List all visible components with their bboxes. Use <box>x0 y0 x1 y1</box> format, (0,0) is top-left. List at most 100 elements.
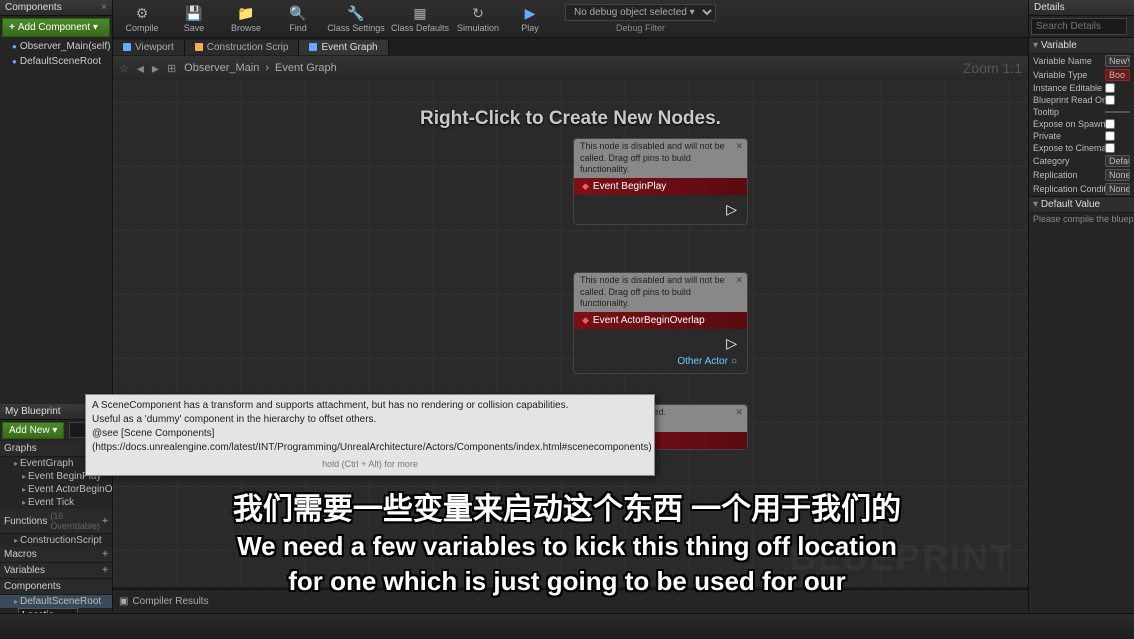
tooltip-hold: hold (Ctrl + Alt) for more <box>92 458 648 471</box>
lbl-private: Private <box>1033 131 1105 141</box>
lbl-repcond: Replication Conditio <box>1033 184 1105 194</box>
lbl-expspawn: Expose on Spawn <box>1033 119 1105 129</box>
val-repcond[interactable]: None <box>1105 183 1130 195</box>
compiler-results-panel: ▣ Compiler Results <box>113 589 1028 613</box>
val-vartype[interactable]: Boo <box>1105 69 1130 81</box>
play-button[interactable]: ▶Play <box>505 1 555 37</box>
details-header: Details <box>1029 0 1134 16</box>
var-defaultsceneroot[interactable]: DefaultSceneRoot <box>0 595 112 608</box>
panel-icon: ▣ <box>119 596 128 607</box>
grid-icon[interactable]: ⊞ <box>167 62 176 75</box>
graph-icon <box>309 43 317 51</box>
event-graph-canvas[interactable]: Viewport Construction Scrip Event Graph … <box>113 38 1028 587</box>
tooltip-line3: @see [Scene Components](https://docs.unr… <box>92 427 648 455</box>
save-button[interactable]: 💾Save <box>169 1 219 37</box>
class-defaults-button[interactable]: ▦Class Defaults <box>389 1 451 37</box>
node-overlap[interactable]: This node is disabled and will not be ca… <box>573 272 748 374</box>
lbl-category: Category <box>1033 156 1105 166</box>
tab-viewport[interactable]: Viewport <box>113 40 185 55</box>
default-msg: Please compile the blueprint <box>1033 214 1134 224</box>
val-rep[interactable]: None <box>1105 169 1130 181</box>
chk-instedit[interactable] <box>1105 83 1115 93</box>
nav-fwd-icon[interactable]: ▸ <box>152 60 159 77</box>
board-icon: ▦ <box>411 4 429 22</box>
script-icon <box>195 43 203 51</box>
chevron-right-icon: › <box>265 62 269 74</box>
browse-button[interactable]: 📁Browse <box>221 1 271 37</box>
class-settings-button[interactable]: 🔧Class Settings <box>325 1 387 37</box>
favorite-icon[interactable]: ☆ <box>119 62 129 75</box>
val-tooltip[interactable] <box>1105 111 1130 113</box>
lbl-varname: Variable Name <box>1033 56 1105 66</box>
section-default[interactable]: Default Value <box>1029 196 1134 213</box>
add-icon[interactable]: + <box>102 565 108 576</box>
tab-eventgraph[interactable]: Event Graph <box>299 40 388 55</box>
crumb-graph[interactable]: Event Graph <box>275 62 337 74</box>
lbl-bpro: Blueprint Read Only <box>1033 95 1105 105</box>
components-panel-header: Components× <box>0 0 112 16</box>
close-icon[interactable]: × <box>101 2 107 13</box>
blueprint-watermark: BLUEPRINT <box>790 537 1014 579</box>
pin-other-actor[interactable]: Other Actor <box>677 356 737 367</box>
node-warning: This node is disabled and will not be ca… <box>574 273 747 312</box>
details-search[interactable] <box>1031 18 1127 35</box>
debug-object-select[interactable]: No debug object selected ▾ <box>565 4 716 21</box>
lbl-tooltip: Tooltip <box>1033 107 1105 117</box>
add-new-button[interactable]: Add New ▾ <box>2 422 64 439</box>
add-icon[interactable]: + <box>102 516 108 527</box>
component-item-self[interactable]: Observer_Main(self) <box>0 39 112 54</box>
simulation-button[interactable]: ↻Simulation <box>453 1 503 37</box>
tooltip-line1: A SceneComponent has a transform and sup… <box>92 399 648 413</box>
node-title: Event ActorBeginOverlap <box>574 312 747 329</box>
search-icon: 🔍 <box>289 4 307 22</box>
zoom-label: Zoom 1:1 <box>963 60 1022 76</box>
func-construction[interactable]: ConstructionScript <box>0 534 112 547</box>
category-components[interactable]: Components <box>0 579 112 595</box>
chk-private[interactable] <box>1105 131 1115 141</box>
find-button[interactable]: 🔍Find <box>273 1 323 37</box>
play-icon: ▶ <box>521 4 539 22</box>
node-beginplay[interactable]: This node is disabled and will not be ca… <box>573 138 748 225</box>
category-functions[interactable]: Functions(16 Overridable)+ <box>0 509 112 534</box>
breadcrumb: Observer_Main › Event Graph <box>184 62 337 74</box>
node-title: Event BeginPlay <box>574 178 747 195</box>
component-item-root[interactable]: DefaultSceneRoot <box>0 54 112 69</box>
lbl-instedit: Instance Editable <box>1033 83 1105 93</box>
main-toolbar: ⚙Compile 💾Save 📁Browse 🔍Find 🔧Class Sett… <box>113 0 1134 38</box>
gears-icon: ⚙ <box>133 4 151 22</box>
category-variables[interactable]: Variables+ <box>0 563 112 579</box>
add-icon[interactable]: + <box>102 549 108 560</box>
details-panel: Details Variable Variable NameNewVa Vari… <box>1028 0 1134 613</box>
val-category[interactable]: Defaul <box>1105 155 1130 167</box>
viewport-icon <box>123 43 131 51</box>
add-component-button[interactable]: Add Component ▾ <box>2 18 110 37</box>
scenecomponent-tooltip: A SceneComponent has a transform and sup… <box>85 394 655 476</box>
wrench-icon: 🔧 <box>347 4 365 22</box>
section-variable[interactable]: Variable <box>1029 37 1134 54</box>
chk-expcine[interactable] <box>1105 143 1115 153</box>
graph-hint: Right-Click to Create New Nodes. <box>420 108 721 130</box>
left-column: Components× Add Component ▾ Observer_Mai… <box>0 0 113 639</box>
compiler-title: Compiler Results <box>132 596 208 607</box>
floppy-icon: 💾 <box>185 4 203 22</box>
node-warning: This node is disabled and will not be ca… <box>574 139 747 178</box>
category-macros[interactable]: Macros+ <box>0 547 112 563</box>
crumb-root[interactable]: Observer_Main <box>184 62 259 74</box>
sim-icon: ↻ <box>469 4 487 22</box>
chk-bpro[interactable] <box>1105 95 1115 105</box>
debug-filter-label: Debug Filter <box>565 23 716 33</box>
exec-pin-icon[interactable]: ▷ <box>726 201 737 218</box>
compile-button[interactable]: ⚙Compile <box>117 1 167 37</box>
lbl-rep: Replication <box>1033 170 1105 180</box>
graph-tabs: Viewport Construction Scrip Event Graph <box>113 38 1028 56</box>
val-varname[interactable]: NewVa <box>1105 55 1130 67</box>
exec-pin-icon[interactable]: ▷ <box>726 335 737 352</box>
graph-overlap[interactable]: Event ActorBeginOverl <box>0 483 112 496</box>
chk-expspawn[interactable] <box>1105 119 1115 129</box>
graph-tick[interactable]: Event Tick <box>0 496 112 509</box>
lbl-expcine: Expose to Cinematic <box>1033 143 1105 153</box>
nav-back-icon[interactable]: ◂ <box>137 60 144 77</box>
folder-icon: 📁 <box>237 4 255 22</box>
tooltip-line2: Useful as a 'dummy' component in the hie… <box>92 413 648 427</box>
tab-construction[interactable]: Construction Scrip <box>185 40 300 55</box>
